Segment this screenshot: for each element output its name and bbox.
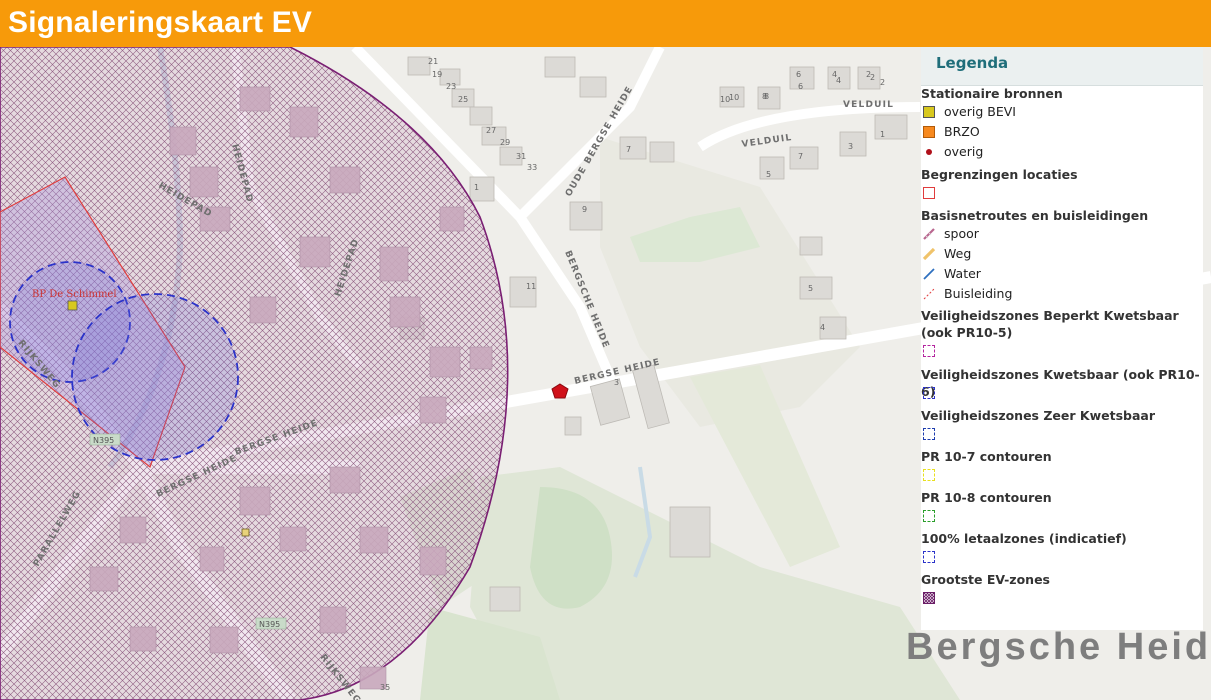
svg-text:1: 1: [880, 130, 885, 139]
svg-text:2: 2: [866, 70, 871, 79]
svg-text:9: 9: [582, 205, 587, 214]
water-icon: [923, 268, 935, 280]
app-title: Signaleringskaart EV: [8, 6, 313, 39]
dashed-square-icon: [923, 428, 935, 440]
dot-icon: [926, 149, 932, 155]
street-label: VELDUIL: [843, 100, 894, 110]
svg-text:5: 5: [766, 170, 771, 179]
legend-group-pr10-7: PR 10-7 contouren: [921, 449, 1052, 464]
svg-text:35: 35: [380, 683, 390, 692]
svg-text:10: 10: [720, 95, 730, 104]
svg-text:6: 6: [798, 82, 803, 91]
svg-text:33: 33: [527, 163, 537, 172]
svg-text:31: 31: [516, 152, 526, 161]
svg-text:23: 23: [446, 82, 456, 91]
legend-group-kwetsbaar: Veiligheidszones Kwetsbaar (ook PR10-6): [921, 367, 1200, 399]
svg-text:4: 4: [820, 323, 825, 332]
svg-text:3: 3: [614, 378, 619, 387]
svg-text:11: 11: [526, 282, 536, 291]
dashed-square-icon: [923, 345, 935, 357]
legend-title: Legenda: [936, 54, 1009, 72]
svg-text:3: 3: [848, 142, 853, 151]
hatched-square-icon: [923, 592, 935, 604]
svg-text:7: 7: [798, 152, 803, 161]
pipeline-icon: [923, 288, 935, 300]
dashed-square-icon: [923, 387, 935, 399]
source-marker[interactable]: [241, 528, 250, 537]
svg-text:7: 7: [626, 145, 631, 154]
area-label: Bergsche Heid: [906, 626, 1211, 668]
outline-square-icon: [923, 187, 935, 199]
legend-header: Legenda: [921, 47, 1203, 86]
svg-text:4: 4: [832, 70, 837, 79]
bevi-source-marker[interactable]: [67, 300, 78, 311]
rail-icon: [923, 228, 935, 240]
svg-text:2: 2: [880, 78, 885, 87]
svg-text:19: 19: [432, 70, 442, 79]
legend-group-beperkt-kwetsbaar: Veiligheidszones Beperkt Kwetsbaar (ook …: [921, 308, 1179, 340]
svg-text:29: 29: [500, 138, 510, 147]
svg-text:6: 6: [796, 70, 801, 79]
legend-group-begrenzingen: Begrenzingen locaties: [921, 167, 1078, 182]
legend-panel: Legenda Stationaire bronnen overig BEVI …: [921, 47, 1203, 630]
legend-group-basisnetroutes: Basisnetroutes en buisleidingen: [921, 208, 1149, 223]
road-number: N395: [259, 620, 280, 629]
legend-group-letaalzones: 100% letaalzones (indicatief): [921, 531, 1127, 546]
svg-text:1: 1: [474, 183, 479, 192]
svg-text:21: 21: [428, 57, 438, 66]
square-icon: [923, 126, 935, 138]
dashed-square-icon: [923, 469, 935, 481]
legend-group-stationaire-bronnen: Stationaire bronnen: [921, 86, 1063, 101]
dashed-square-icon: [923, 510, 935, 522]
legend-group-zeer-kwetsbaar: Veiligheidszones Zeer Kwetsbaar: [921, 408, 1155, 423]
dashed-square-icon: [923, 551, 935, 563]
road-number: N395: [93, 436, 114, 445]
svg-text:27: 27: [486, 126, 496, 135]
svg-text:10: 10: [729, 93, 739, 102]
svg-text:8: 8: [762, 92, 767, 101]
road-icon: [923, 248, 935, 260]
svg-text:5: 5: [808, 284, 813, 293]
legend-group-pr10-8: PR 10-8 contouren: [921, 490, 1052, 505]
place-label: BP De Schimmel: [32, 289, 117, 300]
app-header: Signaleringskaart EV: [0, 0, 1211, 47]
legend-group-grootste-ev-zones: Grootste EV-zones: [921, 572, 1050, 587]
svg-text:25: 25: [458, 95, 468, 104]
square-icon: [923, 106, 935, 118]
